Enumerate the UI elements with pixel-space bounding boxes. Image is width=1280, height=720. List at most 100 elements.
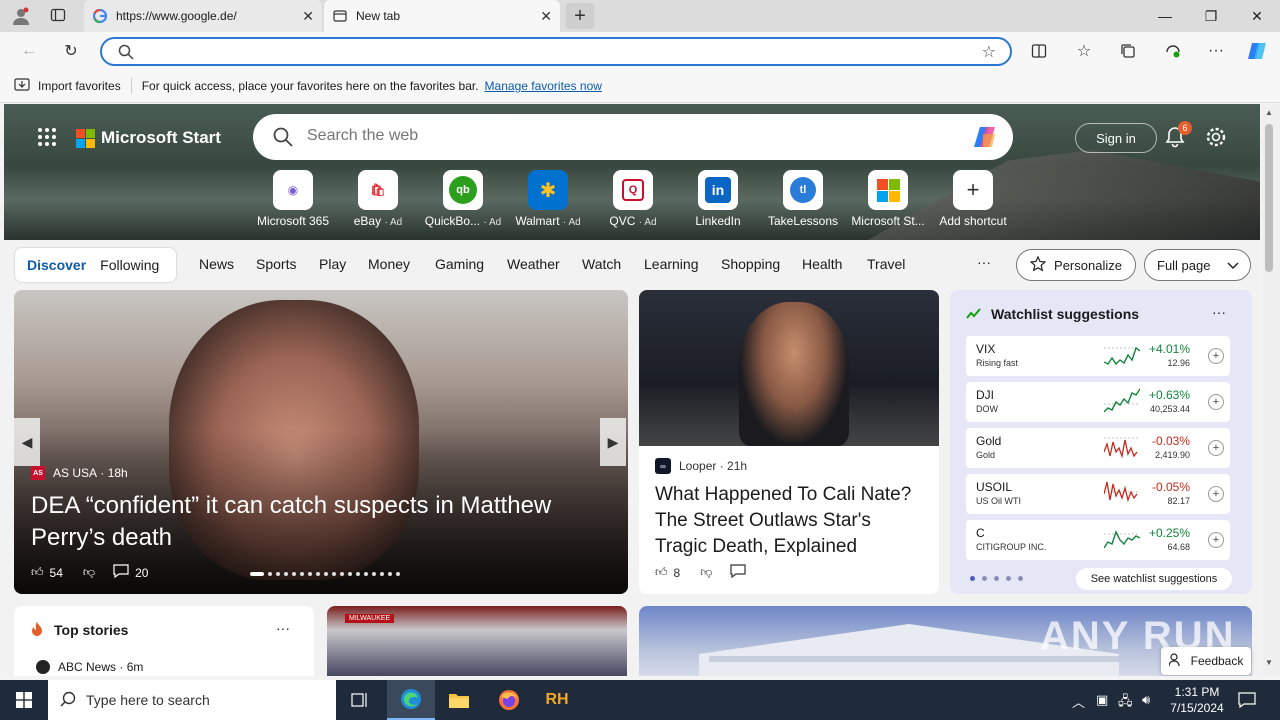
back-icon[interactable]: ←	[16, 39, 42, 63]
top-stories-more-icon[interactable]: ···	[276, 620, 290, 636]
scroll-down-icon[interactable]: ▼	[1265, 658, 1273, 667]
page-scrollbar[interactable]: ▲ ▼	[1262, 104, 1280, 676]
nav-weather[interactable]: Weather	[507, 256, 560, 272]
tab-google[interactable]: https://www.google.de/ ✕	[84, 0, 322, 32]
gear-icon[interactable]	[1205, 126, 1227, 151]
close-window-icon[interactable]: ✕	[1234, 0, 1280, 32]
import-favorites-button[interactable]: Import favorites	[38, 79, 121, 93]
close-tab-icon[interactable]: ✕	[540, 8, 552, 25]
start-button[interactable]	[0, 680, 48, 720]
stock-row-vix[interactable]: VIX Rising fast +4.01% 12.96 +	[966, 336, 1230, 376]
carousel-dots[interactable]	[250, 572, 404, 576]
story-card[interactable]: MILWAUKEE	[327, 606, 627, 676]
like-icon[interactable]: 👍︎	[655, 565, 668, 580]
taskbar-clock[interactable]: 1:31 PM 7/15/2024	[1166, 684, 1228, 716]
volume-icon[interactable]: 🔊︎	[1142, 692, 1150, 708]
sign-in-button[interactable]: Sign in	[1075, 123, 1157, 153]
nav-money[interactable]: Money	[368, 256, 410, 272]
nav-gaming[interactable]: Gaming	[435, 256, 484, 272]
stock-row-usoil[interactable]: USOIL US Oil WTI -0.05% 82.17 +	[966, 474, 1230, 514]
nav-health[interactable]: Health	[802, 256, 842, 272]
nav-news[interactable]: News	[199, 256, 234, 272]
carousel-prev-icon[interactable]: ◀	[14, 418, 40, 466]
shortcut-walmart[interactable]: ✱ Walmart · Ad	[507, 170, 589, 228]
comment-icon[interactable]	[730, 564, 747, 581]
scroll-up-icon[interactable]: ▲	[1265, 108, 1273, 117]
microsoft-start-logo[interactable]: Microsoft Start	[76, 128, 221, 148]
nav-more-icon[interactable]: ···	[977, 254, 991, 270]
shortcut-quickbooks[interactable]: qb QuickBo... · Ad	[422, 170, 504, 228]
watchlist-pager[interactable]	[970, 576, 1030, 581]
profile-icon[interactable]	[10, 6, 32, 26]
manage-favorites-link[interactable]: Manage favorites now	[485, 79, 602, 93]
shortcut-ebay[interactable]: 🛍 eBay · Ad	[337, 170, 419, 228]
refresh-icon[interactable]: ↻	[58, 39, 84, 63]
new-tab-button[interactable]: +	[566, 3, 594, 29]
shortcut-microsoft-365[interactable]: ◉ Microsoft 365	[252, 170, 334, 228]
tab-new-tab[interactable]: New tab ✕	[324, 0, 560, 32]
story-card[interactable]: ∞ Looper · 21h What Happened To Cali Nat…	[639, 290, 939, 594]
stock-row-dji[interactable]: DJI DOW +0.63% 40,253.44 +	[966, 382, 1230, 422]
like-icon[interactable]: 👍︎	[31, 565, 44, 580]
personalize-button[interactable]: Personalize	[1016, 249, 1136, 281]
main-story-card[interactable]: ◀ ▶ AS AS USA · 18h DEA “confident” it c…	[14, 290, 628, 594]
dislike-icon[interactable]: 👎︎	[700, 565, 712, 580]
add-shortcut-button[interactable]: + Add shortcut	[932, 170, 1014, 228]
shortcut-linkedin[interactable]: in LinkedIn	[677, 170, 759, 228]
add-to-watchlist-icon[interactable]: +	[1208, 440, 1224, 456]
shortcut-microsoft-store[interactable]: Microsoft St...	[847, 170, 929, 228]
favorites-icon[interactable]: ☆	[1071, 39, 1097, 63]
web-search-input[interactable]	[307, 127, 907, 145]
settings-more-icon[interactable]: ···	[1203, 39, 1229, 63]
file-explorer-icon[interactable]	[435, 680, 483, 720]
watchlist-more-icon[interactable]: ···	[1212, 304, 1226, 320]
task-view-icon[interactable]	[336, 680, 384, 720]
shortcut-takelessons[interactable]: tl TakeLessons	[762, 170, 844, 228]
nav-shopping[interactable]: Shopping	[721, 256, 780, 272]
tab-actions-icon[interactable]	[50, 7, 70, 25]
see-watchlist-button[interactable]: See watchlist suggestions	[1076, 568, 1232, 590]
stock-row-gold[interactable]: Gold Gold -0.03% 2,419.90 +	[966, 428, 1230, 468]
edge-app-icon[interactable]	[387, 680, 435, 720]
minimize-icon[interactable]: —	[1142, 0, 1188, 32]
address-input[interactable]	[148, 43, 948, 61]
performance-icon[interactable]	[1160, 39, 1186, 63]
dislike-icon[interactable]: 👎︎	[83, 565, 95, 580]
copilot-icon[interactable]	[971, 122, 1001, 155]
import-favorites-icon[interactable]	[14, 77, 30, 95]
restore-icon[interactable]: ❐	[1188, 0, 1234, 32]
comment-icon[interactable]	[113, 564, 129, 581]
nav-watch[interactable]: Watch	[582, 256, 621, 272]
apps-launcher-icon[interactable]	[38, 128, 56, 146]
nav-sports[interactable]: Sports	[256, 256, 296, 272]
notification-center-icon[interactable]	[1238, 692, 1256, 711]
carousel-next-icon[interactable]: ▶	[600, 418, 626, 466]
nav-learning[interactable]: Learning	[644, 256, 699, 272]
favorite-star-icon[interactable]: ☆	[982, 42, 996, 62]
feedback-button[interactable]: Feedback	[1161, 647, 1251, 675]
story-headline[interactable]: What Happened To Cali Nate? The Street O…	[655, 482, 925, 560]
close-tab-icon[interactable]: ✕	[302, 8, 314, 25]
main-headline[interactable]: DEA “confident” it can catch suspects in…	[31, 490, 611, 554]
add-to-watchlist-icon[interactable]: +	[1208, 532, 1224, 548]
scroll-thumb[interactable]	[1265, 124, 1273, 272]
firefox-icon[interactable]	[485, 680, 533, 720]
web-search-box[interactable]	[253, 114, 1013, 160]
network-icon[interactable]: 🖧︎	[1118, 692, 1133, 714]
nav-travel[interactable]: Travel	[867, 256, 905, 272]
tray-chevron-icon[interactable]: ︿	[1072, 692, 1085, 711]
copilot-icon[interactable]	[1244, 39, 1270, 63]
add-to-watchlist-icon[interactable]: +	[1208, 394, 1224, 410]
tab-discover[interactable]: Discover	[15, 257, 98, 273]
split-screen-icon[interactable]	[1026, 39, 1052, 63]
add-to-watchlist-icon[interactable]: +	[1208, 348, 1224, 364]
collections-icon[interactable]	[1115, 39, 1141, 63]
tab-following[interactable]: Following	[98, 257, 159, 273]
stock-row-c[interactable]: C CITIGROUP INC. +0.25% 64.68 +	[966, 520, 1230, 560]
tray-app-icon[interactable]: ▣	[1096, 692, 1108, 708]
taskbar-search[interactable]: Type here to search	[48, 680, 336, 720]
address-bar[interactable]: ☆	[100, 37, 1012, 66]
layout-dropdown[interactable]: Full page	[1144, 249, 1251, 281]
rh-app-icon[interactable]: RH	[533, 680, 581, 720]
shortcut-qvc[interactable]: Q QVC · Ad	[592, 170, 674, 228]
